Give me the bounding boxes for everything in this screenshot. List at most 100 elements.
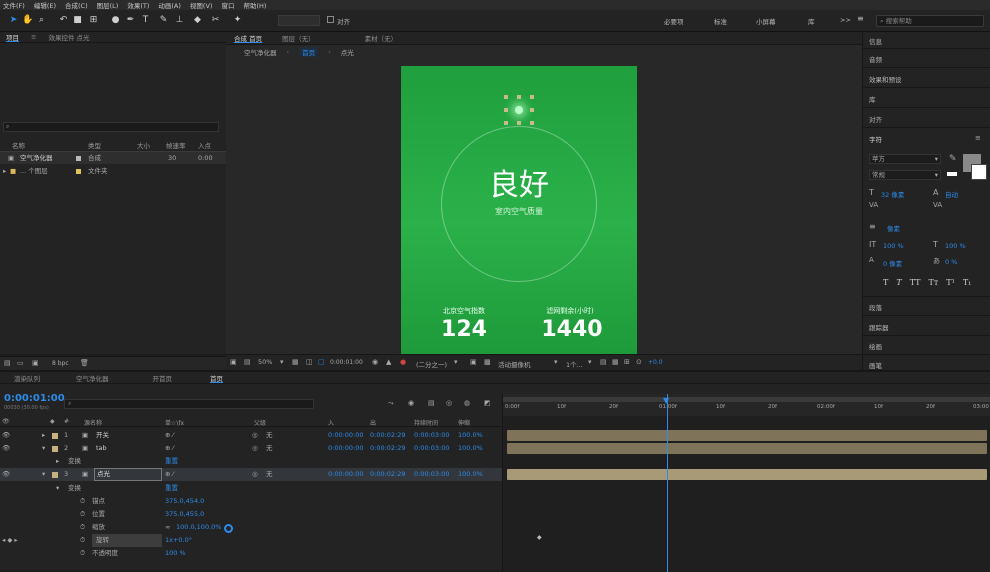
menu-effect[interactable]: 效果(T): [127, 0, 149, 10]
breadcrumb-item[interactable]: 点光: [341, 47, 354, 57]
workspace-library[interactable]: 库: [808, 16, 815, 26]
shape-tool-icon[interactable]: ●: [110, 14, 121, 26]
resolution-chevron-icon[interactable]: ▾: [454, 358, 458, 366]
menu-view[interactable]: 视图(V): [190, 0, 213, 10]
parent-pickwhip-icon[interactable]: ◎: [252, 442, 258, 455]
property-row[interactable]: ⏱ 位置 375.0,455.0: [0, 508, 502, 521]
timeline-search-input[interactable]: ⌕: [64, 399, 314, 409]
frame-blending-icon[interactable]: ▤: [428, 399, 435, 407]
menu-file[interactable]: 文件(F): [3, 0, 25, 10]
layer-duration[interactable]: 0:00:03:00: [414, 442, 450, 455]
reset-exposure-icon[interactable]: ⊙: [636, 358, 642, 366]
menu-composition[interactable]: 合成(C): [65, 0, 88, 10]
col-stretch[interactable]: 伸缩: [458, 418, 470, 427]
layer-bar[interactable]: [507, 430, 987, 441]
playhead-handle-icon[interactable]: ▼: [663, 396, 669, 405]
expand-icon[interactable]: ▸: [42, 429, 45, 442]
zoom-select[interactable]: 50%: [258, 358, 272, 366]
property-row[interactable]: ◂ ◆ ▸ ⏱ 旋转 1x+0.0°: [0, 534, 502, 547]
label-color-swatch[interactable]: [52, 433, 58, 439]
layer-out[interactable]: 0:00:02:29: [370, 442, 406, 455]
panel-library[interactable]: 库: [869, 94, 876, 104]
layer-in[interactable]: 0:00:00:00: [328, 468, 364, 481]
menu-animation[interactable]: 动画(A): [158, 0, 181, 10]
font-size-value[interactable]: 32 像素: [881, 189, 904, 199]
menu-help[interactable]: 帮助(H): [243, 0, 266, 10]
superscript-button[interactable]: T¹: [946, 278, 955, 287]
snap-checkbox[interactable]: [327, 16, 334, 23]
expand-icon[interactable]: ▸: [3, 165, 6, 177]
tab-composition[interactable]: 合成 首页: [234, 33, 262, 43]
table-row[interactable]: 👁 ▸ 1 ▣ 开关 ⊕ ⁄ ◎ 无 0:00:00:00 0:00:02:29…: [0, 429, 502, 442]
exposure-value[interactable]: +0.0: [648, 359, 663, 366]
list-item[interactable]: ▣ 空气净化器 合成 30 0:00: [0, 152, 226, 164]
panel-audio[interactable]: 音频: [869, 54, 882, 64]
table-row[interactable]: 👁 ▾ 2 ▣ tab ⊕ ⁄ ◎ 无 0:00:00:00 0:00:02:2…: [0, 442, 502, 455]
pen-tool-icon[interactable]: ✒: [125, 14, 136, 26]
eraser-tool-icon[interactable]: ◆: [192, 14, 203, 26]
work-area-bar[interactable]: [503, 397, 990, 402]
layer-stretch[interactable]: 100.0%: [458, 468, 483, 481]
font-style-select[interactable]: 常规 ▾: [869, 170, 941, 180]
layer-switches[interactable]: ⊕ ⁄: [165, 429, 174, 442]
camera-tool-icon[interactable]: ■: [72, 14, 83, 26]
col-source-name[interactable]: 源名称: [84, 418, 102, 427]
stroke-unit-value[interactable]: 像素: [887, 223, 900, 233]
hand-tool-icon[interactable]: ✋: [22, 14, 33, 26]
pan-behind-tool-icon[interactable]: ⊞: [88, 14, 99, 26]
stopwatch-icon[interactable]: ⏱: [80, 521, 85, 534]
views-chevron-icon[interactable]: ▾: [588, 358, 592, 366]
expand-icon[interactable]: ▾: [42, 442, 45, 455]
views-select[interactable]: 1个...: [566, 359, 583, 369]
property-value[interactable]: 100 %: [165, 547, 186, 560]
parent-pickwhip-icon[interactable]: ◎: [252, 429, 258, 442]
expand-icon[interactable]: ▾: [56, 482, 59, 495]
stamp-tool-icon[interactable]: ⊥: [174, 14, 185, 26]
property-row[interactable]: ⏱ 锚点 375.0,454.0: [0, 495, 502, 508]
trash-icon[interactable]: 🗑: [80, 359, 89, 367]
col-parent[interactable]: 父级: [254, 418, 266, 427]
tsume-value[interactable]: 0 %: [945, 258, 957, 266]
bpc-label[interactable]: 8 bpc: [52, 360, 69, 367]
col-switches[interactable]: 单☆\fx: [165, 418, 184, 427]
graph-editor-icon[interactable]: ◍: [464, 399, 470, 407]
timeline-toggle-icon[interactable]: ▦: [612, 358, 619, 366]
baseline-value[interactable]: 0 像素: [883, 258, 902, 268]
tab-footage[interactable]: 素材（无）: [365, 33, 398, 43]
time-graph[interactable]: 0:00f 10f 20f 01:00f 10f 20f 02:00f 10f …: [502, 394, 990, 572]
vertical-scale-value[interactable]: 100 %: [883, 242, 904, 250]
small-caps-button[interactable]: Tᴛ: [929, 278, 939, 287]
eyedropper-icon[interactable]: ✎: [949, 154, 957, 164]
layer-stretch[interactable]: 100.0%: [458, 442, 483, 455]
zoom-chevron-icon[interactable]: ▾: [280, 358, 284, 366]
layer-out[interactable]: 0:00:02:29: [370, 429, 406, 442]
shy-layers-icon[interactable]: ◉: [408, 399, 414, 407]
selection-tool-icon[interactable]: ➤: [8, 14, 19, 26]
faux-italic-button[interactable]: T: [896, 278, 901, 287]
layer-parent[interactable]: 无: [266, 429, 273, 442]
comp-flowchart-icon[interactable]: ⊞: [624, 358, 630, 366]
brush-tool-icon[interactable]: ✎: [158, 14, 169, 26]
workspace-more[interactable]: >>: [840, 16, 851, 24]
tab-render-queue[interactable]: 渲染队列: [14, 373, 40, 383]
stopwatch-icon[interactable]: ⏱: [80, 508, 85, 521]
draft-3d-icon[interactable]: ⤳: [388, 399, 394, 408]
property-value[interactable]: 375.0,454.0: [165, 495, 204, 508]
new-comp-icon[interactable]: ▣: [32, 359, 39, 367]
property-row[interactable]: ⏱ 不透明度 100 %: [0, 547, 502, 560]
property-value[interactable]: 375.0,455.0: [165, 508, 204, 521]
zoom-tool-icon[interactable]: ⌕: [36, 14, 47, 26]
region-icon[interactable]: ◫: [306, 358, 313, 366]
project-search-input[interactable]: ⌕: [3, 122, 219, 132]
col-in[interactable]: 入: [328, 418, 334, 427]
tab-comp-air-purifier[interactable]: 空气净化器: [76, 373, 109, 383]
layer-duration[interactable]: 0:00:03:00: [414, 468, 450, 481]
tab-menu-icon[interactable]: ≡: [31, 33, 36, 41]
eye-icon[interactable]: 👁: [2, 468, 10, 481]
preview-icon[interactable]: ▣: [230, 358, 237, 366]
interpret-icon[interactable]: ▤: [4, 359, 11, 367]
layer-stretch[interactable]: 100.0%: [458, 429, 483, 442]
parent-pickwhip-icon[interactable]: ◎: [252, 468, 258, 481]
link-icon[interactable]: ∞: [165, 521, 170, 534]
label-color-swatch[interactable]: [52, 472, 58, 478]
